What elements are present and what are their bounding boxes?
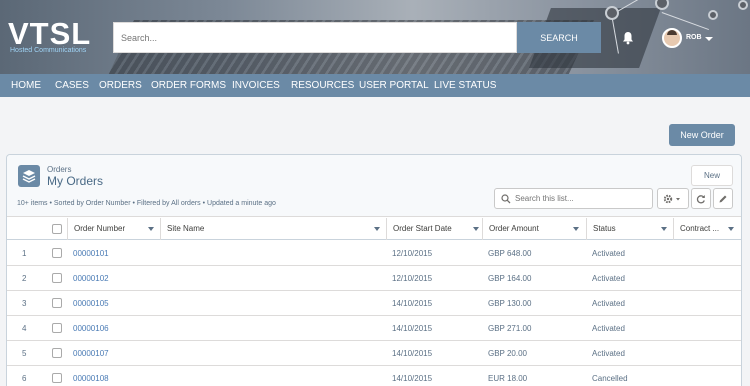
status-cell: Activated xyxy=(592,274,625,283)
order-number-link[interactable]: 00000106 xyxy=(73,316,109,341)
chevron-down-icon[interactable] xyxy=(374,227,380,231)
status-cell: Activated xyxy=(592,324,625,333)
status-cell: Cancelled xyxy=(592,374,628,383)
row-checkbox[interactable] xyxy=(52,373,62,383)
list-search-input[interactable] xyxy=(515,189,651,208)
network-node xyxy=(655,0,669,10)
status-cell: Activated xyxy=(592,349,625,358)
row-checkbox[interactable] xyxy=(52,348,62,358)
status-cell: Activated xyxy=(592,299,625,308)
table-row[interactable]: 6 00000108 14/10/2015 EUR 18.00 Cancelle… xyxy=(7,366,741,386)
global-search-input[interactable] xyxy=(114,23,516,52)
table-row[interactable]: 4 00000106 14/10/2015 GBP 271.00 Activat… xyxy=(7,316,741,341)
user-name[interactable]: ROB xyxy=(686,34,702,41)
column-label: Order Start Date xyxy=(393,224,452,233)
select-all-checkbox[interactable] xyxy=(52,224,62,234)
order-amount-cell: GBP 271.00 xyxy=(488,324,532,333)
table-row[interactable]: 1 00000101 12/10/2015 GBP 648.00 Activat… xyxy=(7,241,741,266)
order-number-link[interactable]: 00000101 xyxy=(73,241,109,266)
order-amount-cell: GBP 648.00 xyxy=(488,249,532,258)
network-node xyxy=(708,10,718,20)
column-label: Order Number xyxy=(74,224,126,233)
list-header: Orders My Orders 10+ items • Sorted by O… xyxy=(7,155,741,217)
nav-item-live-status[interactable]: LIVE STATUS xyxy=(434,74,496,97)
row-number: 3 xyxy=(22,299,27,308)
nav-item-orders[interactable]: ORDERS xyxy=(99,74,142,97)
table-header: Order Number Site Name Order Start Date … xyxy=(7,218,741,240)
order-number-link[interactable]: 00000102 xyxy=(73,266,109,291)
global-search-box[interactable] xyxy=(113,22,517,53)
edit-button[interactable] xyxy=(713,188,733,209)
nav-item-home[interactable]: HOME xyxy=(11,74,41,97)
chevron-down-icon[interactable] xyxy=(661,227,667,231)
nav-item-cases[interactable]: CASES xyxy=(55,74,89,97)
network-node xyxy=(738,0,748,10)
chevron-down-icon[interactable] xyxy=(148,227,154,231)
table-row[interactable]: 3 00000105 14/10/2015 GBP 130.00 Activat… xyxy=(7,291,741,316)
network-node xyxy=(605,6,619,20)
column-header-order-number[interactable]: Order Number xyxy=(67,218,161,240)
column-header-order-amount[interactable]: Order Amount xyxy=(482,218,586,240)
row-number: 1 xyxy=(22,249,27,258)
row-checkbox[interactable] xyxy=(52,273,62,283)
list-view-title[interactable]: My Orders xyxy=(47,174,103,188)
chevron-down-icon[interactable] xyxy=(705,37,713,41)
new-button[interactable]: New xyxy=(691,165,733,186)
column-label: Order Amount xyxy=(489,224,539,233)
row-checkbox[interactable] xyxy=(52,298,62,308)
row-number: 4 xyxy=(22,324,27,333)
nav-item-order-forms[interactable]: ORDER FORMS xyxy=(151,74,226,97)
chevron-down-icon[interactable] xyxy=(728,227,734,231)
table-row[interactable]: 5 00000107 14/10/2015 GBP 20.00 Activate… xyxy=(7,341,741,366)
chevron-down-icon[interactable] xyxy=(473,227,479,231)
order-start-date-cell: 14/10/2015 xyxy=(392,349,433,358)
row-number: 2 xyxy=(22,274,27,283)
column-label: Status xyxy=(593,224,616,233)
list-settings-button[interactable] xyxy=(657,188,689,209)
search-icon xyxy=(501,194,511,204)
row-checkbox[interactable] xyxy=(52,323,62,333)
order-amount-cell: EUR 18.00 xyxy=(488,374,528,383)
order-amount-cell: GBP 164.00 xyxy=(488,274,532,283)
list-meta-info: 10+ items • Sorted by Order Number • Fil… xyxy=(17,200,276,207)
avatar[interactable] xyxy=(662,28,682,48)
order-amount-cell: GBP 130.00 xyxy=(488,299,532,308)
orders-list-panel: Orders My Orders 10+ items • Sorted by O… xyxy=(6,154,742,386)
status-cell: Activated xyxy=(592,249,625,258)
order-number-link[interactable]: 00000107 xyxy=(73,341,109,366)
order-number-link[interactable]: 00000105 xyxy=(73,291,109,316)
row-number: 5 xyxy=(22,349,27,358)
nav-item-user-portal[interactable]: USER PORTAL xyxy=(359,74,429,97)
refresh-button[interactable] xyxy=(691,188,711,209)
chevron-down-icon[interactable] xyxy=(573,227,579,231)
bell-icon[interactable] xyxy=(621,31,635,45)
column-header-order-start-date[interactable]: Order Start Date xyxy=(386,218,482,240)
nav-item-invoices[interactable]: INVOICES xyxy=(232,74,280,97)
column-header-site-name[interactable]: Site Name xyxy=(160,218,387,240)
column-label: Site Name xyxy=(167,224,205,233)
order-number-link[interactable]: 00000108 xyxy=(73,366,109,386)
order-amount-cell: GBP 20.00 xyxy=(488,349,527,358)
orders-icon xyxy=(18,165,40,187)
table-row[interactable]: 2 00000102 12/10/2015 GBP 164.00 Activat… xyxy=(7,266,741,291)
row-number: 6 xyxy=(22,374,27,383)
object-type-label: Orders xyxy=(47,165,72,174)
order-start-date-cell: 14/10/2015 xyxy=(392,299,433,308)
pencil-icon xyxy=(719,195,727,202)
list-search-box[interactable] xyxy=(494,188,653,209)
gear-icon xyxy=(663,194,680,203)
search-button[interactable]: SEARCH xyxy=(517,22,601,53)
nav-item-resources[interactable]: RESOURCES xyxy=(291,74,354,97)
order-start-date-cell: 14/10/2015 xyxy=(392,374,433,383)
main-nav: HOME CASES ORDERS ORDER FORMS INVOICES R… xyxy=(0,74,750,97)
row-checkbox[interactable] xyxy=(52,248,62,258)
order-start-date-cell: 12/10/2015 xyxy=(392,274,433,283)
order-start-date-cell: 14/10/2015 xyxy=(392,324,433,333)
refresh-icon xyxy=(696,194,705,203)
logo-subtitle: Hosted Communications xyxy=(10,47,87,54)
column-label: Contract ... xyxy=(680,224,720,233)
order-start-date-cell: 12/10/2015 xyxy=(392,249,433,258)
new-order-button[interactable]: New Order xyxy=(669,124,735,146)
